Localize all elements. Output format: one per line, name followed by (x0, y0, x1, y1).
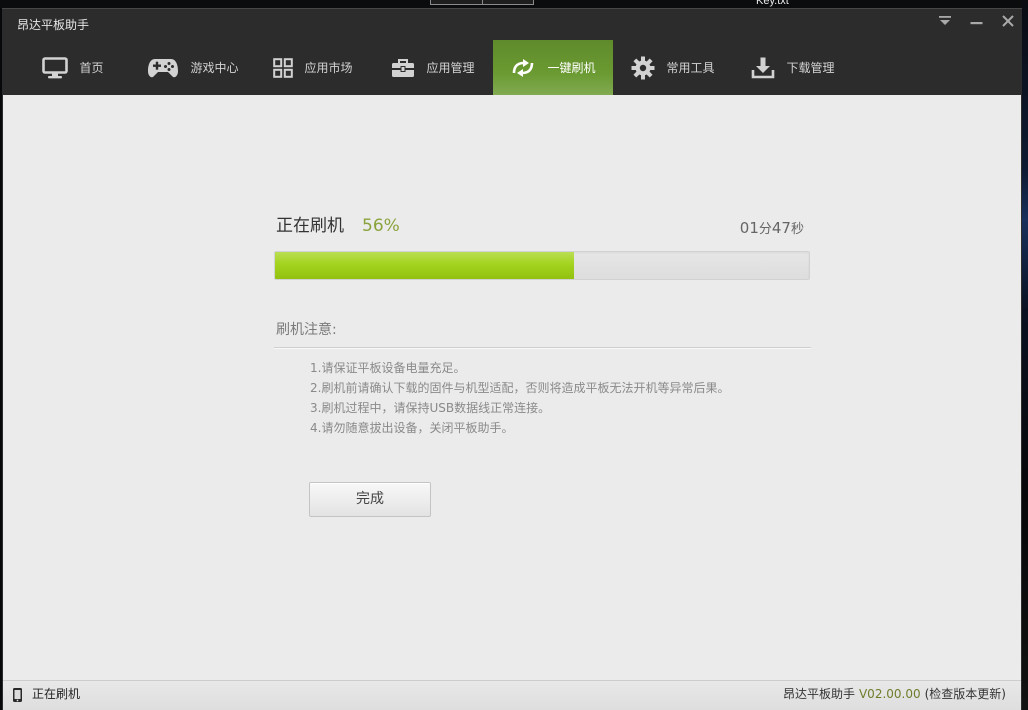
desktop-file-label: Key.txt (756, 0, 789, 7)
gear-icon (631, 56, 655, 80)
note-item: 4.请勿随意拔出设备，关闭平板助手。 (310, 421, 514, 435)
window-title: 昂达平板助手 (17, 18, 90, 32)
nav-item-app-market[interactable]: 应用市场 (253, 40, 373, 95)
app-grid-icon (273, 57, 294, 78)
nav-item-label: 应用市场 (304, 61, 353, 75)
nav-item-label: 一键刷机 (547, 61, 596, 75)
nav-item-game-center[interactable]: 游戏中心 (133, 40, 253, 95)
timer-minutes: 01 (739, 219, 759, 237)
background-window-edge (430, 0, 534, 5)
nav-item-label: 下载管理 (786, 61, 835, 75)
timer-minutes-unit: 分 (758, 222, 772, 237)
nav-item-label: 首页 (79, 61, 104, 75)
nav-item-app-manager[interactable]: 应用管理 (373, 40, 493, 95)
nav-item-label: 常用工具 (666, 61, 715, 75)
tablet-icon (12, 687, 23, 703)
desktop-edge-strip (1022, 0, 1028, 710)
version-info: 昂达平板助手 V02.00.00 (检查版本更新) (783, 681, 1006, 707)
minimize-icon[interactable] (970, 21, 983, 25)
nav-item-one-click-flash[interactable]: 一键刷机 (493, 40, 613, 95)
nav-item-downloads[interactable]: 下载管理 (733, 40, 853, 95)
notes-divider (274, 347, 811, 348)
gamepad-icon (147, 57, 179, 79)
flash-progress-bar (274, 251, 810, 280)
flash-timer: 01分47秒 (740, 219, 804, 239)
status-text: 正在刷机 (32, 687, 81, 701)
flash-progress-fill (275, 252, 575, 279)
menu-dropdown-icon[interactable] (938, 15, 952, 27)
title-bar: 昂达平板助手 (2, 8, 1022, 40)
timer-seconds: 47 (771, 219, 791, 237)
nav-item-label: 应用管理 (426, 61, 475, 75)
flash-panel: 正在刷机 56% 01分47秒 刷机注意: 1.请保证平板设备电量充足。 2.刷… (3, 95, 1021, 680)
monitor-icon (42, 56, 69, 79)
nav-items: 首页 游戏中心 应用市场 应用管理 一键刷机 常用工具 下载管理 (13, 40, 853, 95)
note-item: 3.刷机过程中，请保持USB数据线正常连接。 (310, 401, 551, 415)
status-bar: 正在刷机 昂达平板助手 V02.00.00 (检查版本更新) (3, 680, 1021, 710)
note-item: 1.请保证平板设备电量充足。 (310, 361, 466, 375)
timer-seconds-unit: 秒 (790, 222, 804, 237)
flash-refresh-icon (510, 58, 536, 78)
main-nav: 首页 游戏中心 应用市场 应用管理 一键刷机 常用工具 下载管理 (2, 40, 1022, 95)
notes-list: 1.请保证平板设备电量充足。 2.刷机前请确认下载的固件与机型适配，否则将造成平… (310, 358, 729, 438)
app-window: 昂达平板助手 首页 游戏中心 应用市场 应用管理 一键刷机 常用工具 下载管理 … (2, 8, 1022, 710)
nav-item-home[interactable]: 首页 (13, 40, 133, 95)
flash-percent: 56% (362, 216, 400, 236)
nav-item-label: 游戏中心 (190, 61, 239, 75)
toolbox-icon (391, 58, 415, 78)
check-update-link[interactable]: (检查版本更新) (925, 687, 1006, 701)
note-item: 2.刷机前请确认下载的固件与机型适配，否则将造成平板无法开机等异常后果。 (310, 381, 730, 395)
flash-status-label: 正在刷机 (276, 216, 344, 236)
download-icon (751, 57, 775, 79)
nav-item-tools[interactable]: 常用工具 (613, 40, 733, 95)
notes-title: 刷机注意: (276, 322, 337, 338)
version-number: V02.00.00 (858, 687, 921, 701)
done-button[interactable]: 完成 (309, 482, 431, 517)
status-app-name: 昂达平板助手 (782, 687, 855, 701)
close-icon[interactable] (1001, 14, 1015, 28)
